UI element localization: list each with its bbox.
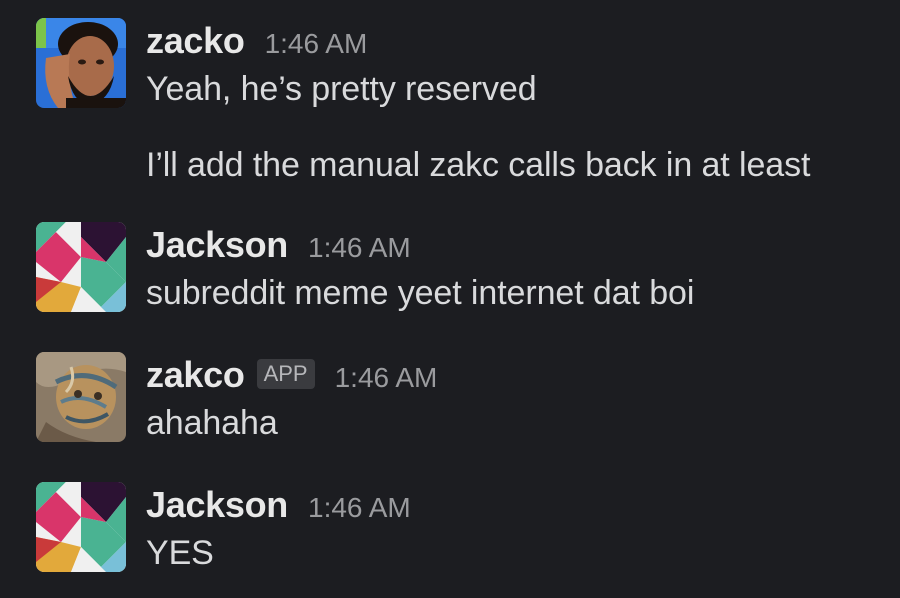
avatar[interactable] [36,18,126,108]
avatar[interactable] [36,482,126,572]
timestamp[interactable]: 1:46 AM [265,28,368,60]
message-header: Jackson 1:46 AM [146,224,411,266]
author-name[interactable]: zakco [146,354,245,396]
slack-pattern-avatar-icon [36,482,126,572]
timestamp[interactable]: 1:46 AM [335,362,438,394]
app-badge: APP [256,359,315,389]
author-name[interactable]: zacko [146,20,245,62]
avatar[interactable] [36,352,126,442]
message-text: I’ll add the manual zakc calls back in a… [146,146,811,184]
author-name[interactable]: Jackson [146,484,288,526]
message-header: zacko 1:46 AM [146,20,367,62]
portrait-photo-icon [36,18,126,108]
timestamp[interactable]: 1:46 AM [308,232,411,264]
message-text: ahahaha [146,404,278,442]
avatar[interactable] [36,222,126,312]
message-header: Jackson 1:46 AM [146,484,411,526]
slack-pattern-avatar-icon [36,222,126,312]
painted-portrait-icon [36,352,126,442]
message-text: Yeah, he’s pretty reserved [146,70,537,108]
timestamp[interactable]: 1:46 AM [308,492,411,524]
message-text: YES [146,534,214,572]
message-text: subreddit meme yeet internet dat boi [146,274,695,312]
author-name[interactable]: Jackson [146,224,288,266]
message-header: zakco APP 1:46 AM [146,354,437,396]
